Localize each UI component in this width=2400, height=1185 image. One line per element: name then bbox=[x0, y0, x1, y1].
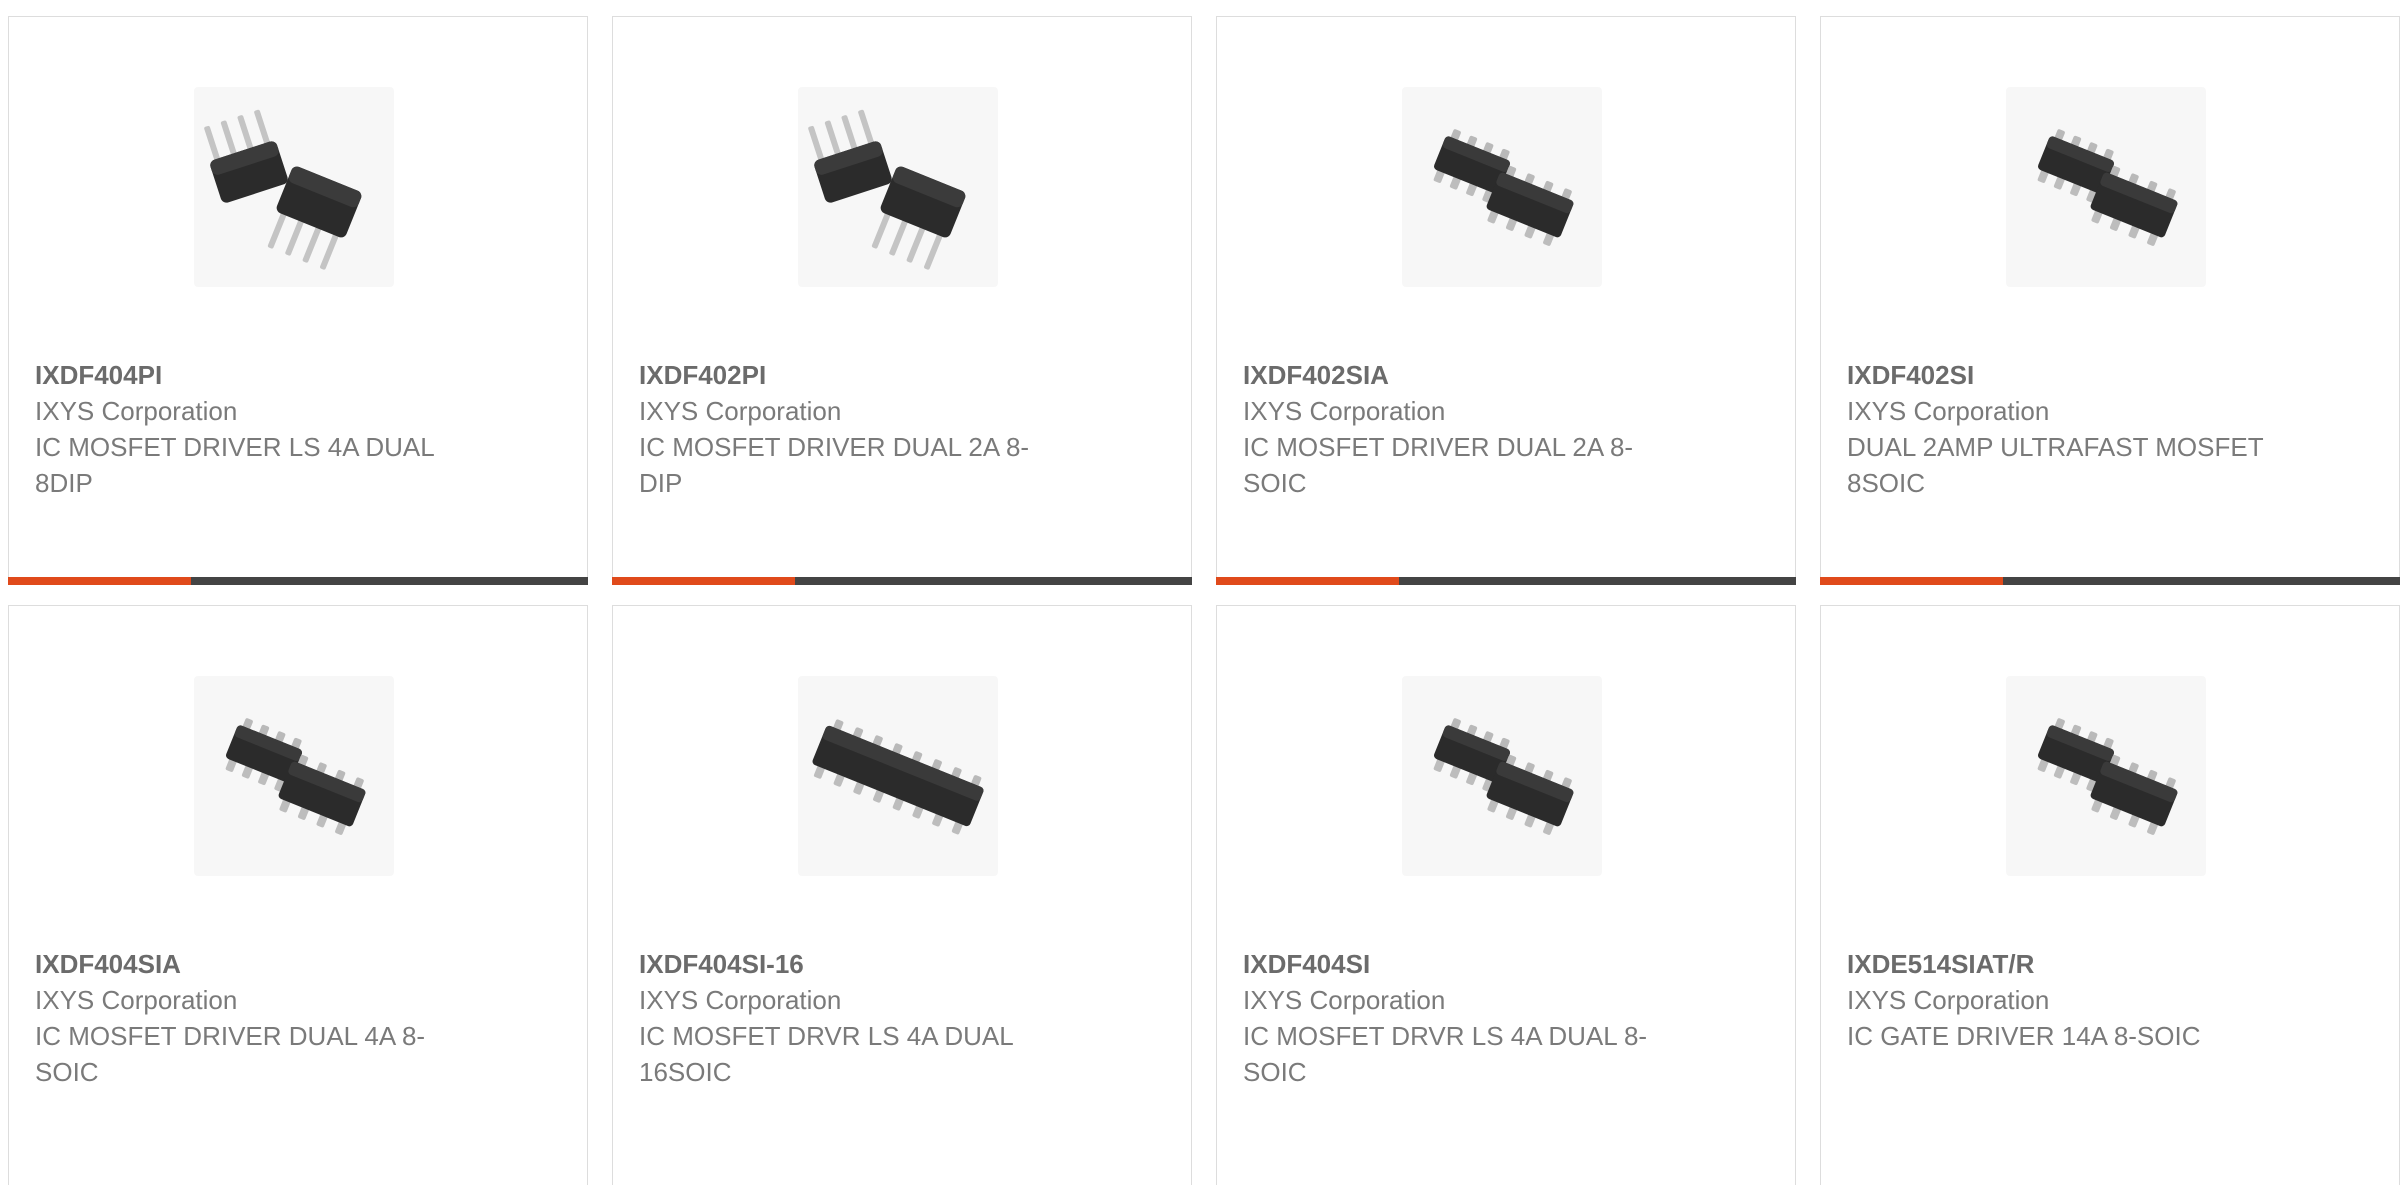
soic-8-chip-icon bbox=[2006, 87, 2206, 287]
product-card[interactable]: IXDF404PI IXYS Corporation IC MOSFET DRI… bbox=[8, 16, 588, 585]
soic-8-chip-icon bbox=[1402, 87, 1602, 287]
card-footer-bar bbox=[1820, 577, 2400, 585]
part-number-link[interactable]: IXDF402PI bbox=[639, 357, 1069, 393]
product-info: IXDF402SI IXYS Corporation DUAL 2AMP ULT… bbox=[1847, 357, 2277, 501]
card-footer-bar bbox=[8, 577, 588, 585]
card-accent-bar bbox=[1820, 577, 2003, 585]
product-info: IXDF404SI-16 IXYS Corporation IC MOSFET … bbox=[639, 946, 1069, 1090]
soic-8-chip-icon bbox=[194, 676, 394, 876]
product-info: IXDF404PI IXYS Corporation IC MOSFET DRI… bbox=[35, 357, 465, 501]
card-accent-bar bbox=[8, 577, 191, 585]
part-number-link[interactable]: IXDE514SIAT/R bbox=[1847, 946, 2277, 982]
product-description: IC MOSFET DRVR LS 4A DUAL 8-SOIC bbox=[1243, 1021, 1648, 1087]
part-number-link[interactable]: IXDF404SI bbox=[1243, 946, 1673, 982]
manufacturer-name: IXYS Corporation bbox=[1847, 396, 2050, 426]
manufacturer-name: IXYS Corporation bbox=[35, 396, 238, 426]
product-card[interactable]: IXDE514SIAT/R IXYS Corporation IC GATE D… bbox=[1820, 605, 2400, 1185]
product-info: IXDF404SIA IXYS Corporation IC MOSFET DR… bbox=[35, 946, 465, 1090]
dip-8-chip-icon bbox=[194, 87, 394, 287]
product-info: IXDF402SIA IXYS Corporation IC MOSFET DR… bbox=[1243, 357, 1673, 501]
product-card[interactable]: IXDF402SIA IXYS Corporation IC MOSFET DR… bbox=[1216, 16, 1796, 585]
part-number-link[interactable]: IXDF402SI bbox=[1847, 357, 2277, 393]
product-info: IXDF402PI IXYS Corporation IC MOSFET DRI… bbox=[639, 357, 1069, 501]
card-accent-bar bbox=[1216, 577, 1399, 585]
manufacturer-name: IXYS Corporation bbox=[1243, 985, 1446, 1015]
product-description: IC MOSFET DRIVER LS 4A DUAL 8DIP bbox=[35, 432, 434, 498]
product-description: IC MOSFET DRVR LS 4A DUAL 16SOIC bbox=[639, 1021, 1013, 1087]
product-description: IC GATE DRIVER 14A 8-SOIC bbox=[1847, 1021, 2201, 1051]
part-number-link[interactable]: IXDF404SIA bbox=[35, 946, 465, 982]
product-card[interactable]: IXDF404SIA IXYS Corporation IC MOSFET DR… bbox=[8, 605, 588, 1185]
part-number-link[interactable]: IXDF404SI-16 bbox=[639, 946, 1069, 982]
manufacturer-name: IXYS Corporation bbox=[639, 985, 842, 1015]
product-card[interactable]: IXDF402PI IXYS Corporation IC MOSFET DRI… bbox=[612, 16, 1192, 585]
soic-16-chip-icon bbox=[798, 676, 998, 876]
card-footer-bar bbox=[612, 577, 1192, 585]
dip-8-chip-icon bbox=[798, 87, 998, 287]
product-description: DUAL 2AMP ULTRAFAST MOSFET 8SOIC bbox=[1847, 432, 2264, 498]
manufacturer-name: IXYS Corporation bbox=[35, 985, 238, 1015]
manufacturer-name: IXYS Corporation bbox=[1243, 396, 1446, 426]
soic-8-chip-icon bbox=[2006, 676, 2206, 876]
product-card[interactable]: IXDF404SI-16 IXYS Corporation IC MOSFET … bbox=[612, 605, 1192, 1185]
manufacturer-name: IXYS Corporation bbox=[639, 396, 842, 426]
manufacturer-name: IXYS Corporation bbox=[1847, 985, 2050, 1015]
part-number-link[interactable]: IXDF402SIA bbox=[1243, 357, 1673, 393]
soic-8-chip-icon bbox=[1402, 676, 1602, 876]
product-description: IC MOSFET DRIVER DUAL 4A 8-SOIC bbox=[35, 1021, 426, 1087]
product-description: IC MOSFET DRIVER DUAL 2A 8-SOIC bbox=[1243, 432, 1634, 498]
card-footer-bar bbox=[1216, 577, 1796, 585]
product-grid: IXDF404PI IXYS Corporation IC MOSFET DRI… bbox=[0, 0, 2400, 1185]
product-description: IC MOSFET DRIVER DUAL 2A 8-DIP bbox=[639, 432, 1030, 498]
product-info: IXDF404SI IXYS Corporation IC MOSFET DRV… bbox=[1243, 946, 1673, 1090]
card-accent-bar bbox=[612, 577, 795, 585]
part-number-link[interactable]: IXDF404PI bbox=[35, 357, 465, 393]
product-card[interactable]: IXDF402SI IXYS Corporation DUAL 2AMP ULT… bbox=[1820, 16, 2400, 585]
product-info: IXDE514SIAT/R IXYS Corporation IC GATE D… bbox=[1847, 946, 2277, 1054]
product-card[interactable]: IXDF404SI IXYS Corporation IC MOSFET DRV… bbox=[1216, 605, 1796, 1185]
